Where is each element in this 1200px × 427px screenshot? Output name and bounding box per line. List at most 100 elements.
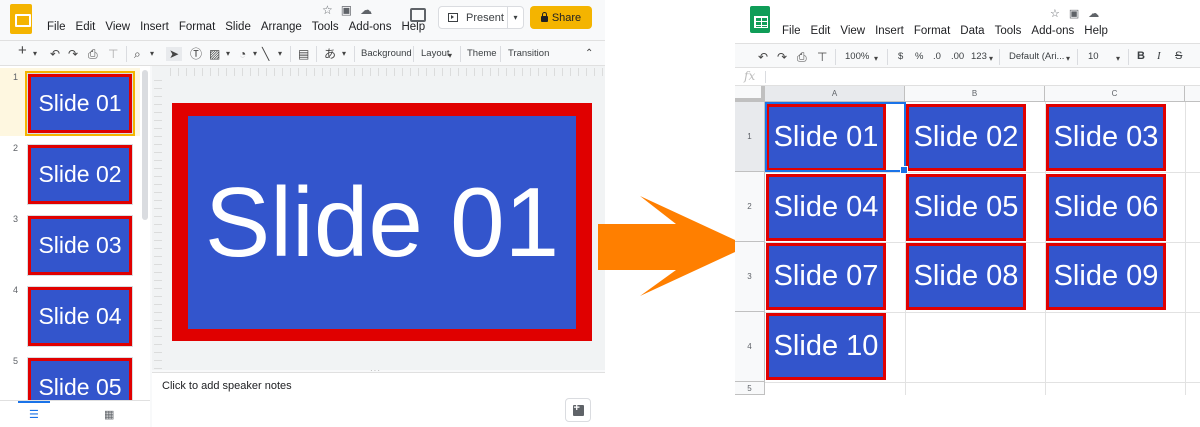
row-header-5[interactable]: 5 xyxy=(735,382,765,395)
zoom-icon[interactable]: ⌕ xyxy=(134,47,141,61)
row-header-3[interactable]: 3 xyxy=(735,242,765,312)
menu-edit[interactable]: Edit xyxy=(811,25,831,37)
print-icon[interactable]: ⎙ xyxy=(797,50,807,64)
slide-thumbnail[interactable]: Slide 03 xyxy=(27,215,133,276)
filmstrip-view-icon[interactable]: ☰ xyxy=(29,408,39,421)
paint-format-icon[interactable]: ⊤ xyxy=(108,47,118,61)
move-folder-icon[interactable]: ▣ xyxy=(1069,7,1079,20)
font-dropdown-icon[interactable]: ▾ xyxy=(1066,52,1070,66)
bold-button[interactable]: B xyxy=(1137,50,1145,62)
percent-format-button[interactable]: % xyxy=(915,51,923,62)
menu-insert[interactable]: Insert xyxy=(875,25,904,37)
image-icon[interactable]: ▨ xyxy=(209,47,220,61)
menu-format[interactable]: Format xyxy=(179,21,215,33)
font-select[interactable]: Default (Ari... xyxy=(1009,51,1064,62)
menu-help[interactable]: Help xyxy=(1084,25,1108,37)
menu-data[interactable]: Data xyxy=(960,25,984,37)
column-header-d[interactable] xyxy=(1185,86,1200,102)
row-header-1[interactable]: 1 xyxy=(735,102,765,172)
speaker-notes-input[interactable]: Click to add speaker notes xyxy=(162,380,292,392)
redo-icon[interactable]: ↷ xyxy=(777,50,787,64)
select-cursor-icon[interactable]: ➤ xyxy=(166,47,183,61)
italic-button[interactable]: I xyxy=(1157,50,1161,62)
star-icon[interactable]: ☆ xyxy=(322,3,333,17)
line-dropdown-icon[interactable]: ▾ xyxy=(278,47,282,61)
menu-tools[interactable]: Tools xyxy=(312,21,339,33)
font-size-select[interactable]: 10 xyxy=(1088,51,1099,62)
add-comment-icon[interactable]: ▤ xyxy=(298,47,309,61)
input-tools-icon[interactable]: あ xyxy=(324,47,336,61)
select-all-corner[interactable] xyxy=(735,86,765,102)
grid-view-icon[interactable]: ▦ xyxy=(104,408,114,421)
theme-button[interactable]: Theme xyxy=(467,48,497,59)
cell-image[interactable]: Slide 04 xyxy=(766,174,886,241)
row-header-4[interactable]: 4 xyxy=(735,312,765,382)
cell-image[interactable]: Slide 03 xyxy=(1046,104,1166,171)
cell-image[interactable]: Slide 10 xyxy=(766,313,886,380)
decrease-decimal-button[interactable]: .0 xyxy=(933,51,941,62)
move-folder-icon[interactable]: ▣ xyxy=(341,3,352,17)
menu-slide[interactable]: Slide xyxy=(225,21,251,33)
menu-arrange[interactable]: Arrange xyxy=(261,21,302,33)
formula-bar[interactable]: fx xyxy=(735,68,1200,86)
menu-addons[interactable]: Add-ons xyxy=(1031,25,1074,37)
present-button[interactable]: Present ▾ xyxy=(438,6,524,29)
transition-button[interactable]: Transition xyxy=(508,48,549,59)
strikethrough-button[interactable]: S xyxy=(1175,50,1182,62)
cloud-status-icon[interactable]: ☁ xyxy=(360,3,372,17)
cell-image[interactable]: Slide 06 xyxy=(1046,174,1166,241)
menu-file[interactable]: File xyxy=(47,21,66,33)
shape-icon[interactable]: ◔ xyxy=(239,47,246,61)
layout-dropdown-icon[interactable]: ▾ xyxy=(448,49,452,63)
menu-tools[interactable]: Tools xyxy=(995,25,1022,37)
current-slide-text[interactable]: Slide 01 xyxy=(188,116,576,329)
more-formats-dropdown-icon[interactable]: ▾ xyxy=(989,52,993,66)
menu-help[interactable]: Help xyxy=(401,21,425,33)
comment-history-icon[interactable] xyxy=(410,8,426,22)
column-header-a[interactable]: A xyxy=(765,86,905,102)
current-slide[interactable]: Slide 01 xyxy=(172,103,592,341)
image-dropdown-icon[interactable]: ▾ xyxy=(226,47,230,61)
present-dropdown-icon[interactable]: ▾ xyxy=(507,7,523,28)
explore-button[interactable] xyxy=(565,398,591,422)
cell-image[interactable]: Slide 02 xyxy=(906,104,1026,171)
menu-file[interactable]: File xyxy=(782,25,801,37)
collapse-toolbar-icon[interactable]: ⌃ xyxy=(585,47,593,61)
menu-format[interactable]: Format xyxy=(914,25,950,37)
font-size-dropdown-icon[interactable]: ▾ xyxy=(1116,52,1120,66)
star-icon[interactable]: ☆ xyxy=(1050,7,1060,20)
column-header-b[interactable]: B xyxy=(905,86,1045,102)
cloud-status-icon[interactable]: ☁ xyxy=(1088,7,1099,20)
menu-edit[interactable]: Edit xyxy=(76,21,96,33)
new-slide-dropdown-icon[interactable]: ▾ xyxy=(33,47,37,61)
cell-image[interactable]: Slide 08 xyxy=(906,243,1026,310)
undo-icon[interactable]: ↶ xyxy=(50,47,60,61)
share-button[interactable]: Share xyxy=(530,6,592,29)
cell-image[interactable]: Slide 05 xyxy=(906,174,1026,241)
paint-format-icon[interactable]: ⊤ xyxy=(817,50,827,64)
sheets-logo-icon[interactable] xyxy=(750,6,770,33)
currency-format-button[interactable]: $ xyxy=(898,51,903,62)
zoom-select[interactable]: 100% xyxy=(845,51,869,62)
row-header-2[interactable]: 2 xyxy=(735,172,765,242)
new-slide-icon[interactable]: + xyxy=(18,43,27,58)
background-button[interactable]: Background xyxy=(361,48,412,59)
undo-icon[interactable]: ↶ xyxy=(758,50,768,64)
text-box-icon[interactable]: Ⓣ xyxy=(190,47,202,61)
shape-dropdown-icon[interactable]: ▾ xyxy=(253,47,257,61)
cell-image[interactable]: Slide 07 xyxy=(766,243,886,310)
notes-resize-handle[interactable]: ··· xyxy=(370,366,381,375)
menu-addons[interactable]: Add-ons xyxy=(349,21,392,33)
column-header-c[interactable]: C xyxy=(1045,86,1185,102)
slides-logo-icon[interactable] xyxy=(10,4,32,34)
zoom-dropdown-icon[interactable]: ▾ xyxy=(150,47,154,61)
filmstrip-scrollbar[interactable] xyxy=(142,70,148,220)
zoom-dropdown-icon[interactable]: ▾ xyxy=(874,52,878,66)
more-formats-button[interactable]: 123 xyxy=(971,51,987,62)
layout-button[interactable]: Layout xyxy=(421,48,450,59)
increase-decimal-button[interactable]: .00 xyxy=(951,51,964,62)
menu-view[interactable]: View xyxy=(105,21,130,33)
redo-icon[interactable]: ↷ xyxy=(68,47,78,61)
menu-insert[interactable]: Insert xyxy=(140,21,169,33)
slide-thumbnail[interactable]: Slide 01 xyxy=(25,71,135,136)
